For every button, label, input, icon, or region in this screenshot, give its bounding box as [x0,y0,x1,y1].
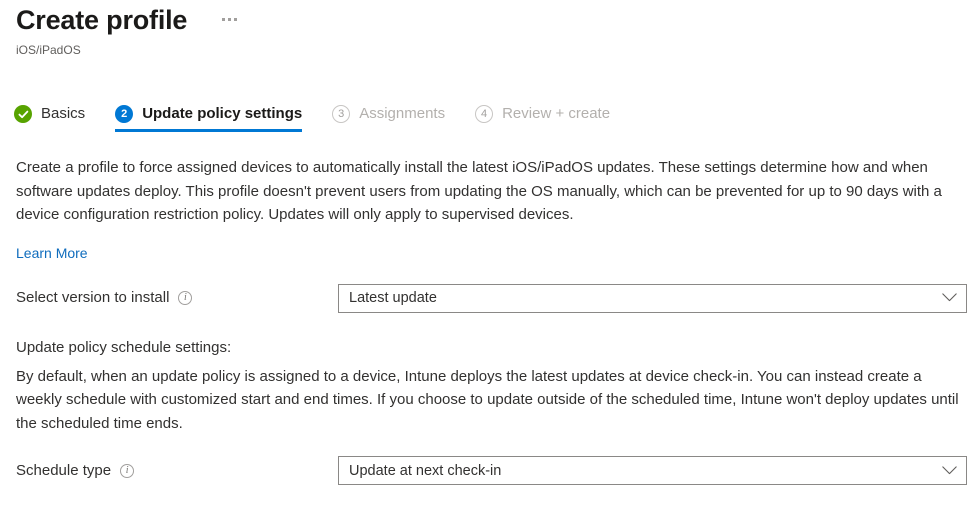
page-subtitle: iOS/iPadOS [16,43,81,57]
title-row: Create profile [16,4,959,36]
field-row-select-version: Select version to install i Latest updat… [16,283,967,313]
schedule-settings-label: Update policy schedule settings: [16,338,232,356]
chevron-down-icon [942,289,957,307]
more-options-button[interactable] [219,16,240,23]
select-version-label: Select version to install [16,289,170,306]
page-title: Create profile [16,5,188,35]
create-profile-page: Create profile iOS/iPadOS Basics 2 Updat… [0,0,975,523]
select-version-value: Latest update [349,290,437,306]
select-version-label-group: Select version to install i [16,288,338,308]
schedule-type-label: Schedule type [16,461,112,479]
schedule-settings-description: By default, when an update policy is ass… [16,367,959,432]
info-icon[interactable]: i [178,291,193,305]
ellipsis-dot-icon [222,18,226,21]
wizard-step-label: Basics [41,105,86,122]
select-version-dropdown[interactable]: Latest update [338,283,967,313]
schedule-type-dropdown[interactable]: Update at next check-in [338,456,967,485]
check-circle-icon [14,105,32,123]
page-header: Create profile iOS/iPadOS [16,4,959,58]
wizard-step-label: Update policy settings [142,105,303,122]
wizard-steps: Basics 2 Update policy settings 3 Assign… [14,104,640,132]
page-content: Create a profile to force assigned devic… [16,156,967,485]
wizard-step-review-create[interactable]: 4 Review + create [475,104,610,132]
wizard-step-basics[interactable]: Basics [14,104,85,132]
wizard-step-assignments[interactable]: 3 Assignments [332,104,445,132]
step-number-badge: 2 [115,105,134,123]
ellipsis-dot-icon [234,18,238,21]
step-number-badge: 3 [332,105,351,123]
step-number-badge: 4 [475,105,494,123]
profile-description: Create a profile to force assigned devic… [16,159,942,223]
schedule-type-value: Update at next check-in [349,462,502,479]
chevron-down-icon [942,462,957,480]
wizard-step-label: Assignments [359,105,446,122]
info-icon[interactable]: i [120,463,135,478]
learn-more-link[interactable]: Learn More [16,243,88,263]
wizard-step-label: Review + create [502,105,611,122]
ellipsis-dot-icon [228,18,232,21]
field-row-schedule-type: Schedule type i Update at next check-in [16,456,967,485]
wizard-step-update-policy-settings[interactable]: 2 Update policy settings [115,104,303,132]
schedule-type-label-group: Schedule type i [16,461,338,481]
